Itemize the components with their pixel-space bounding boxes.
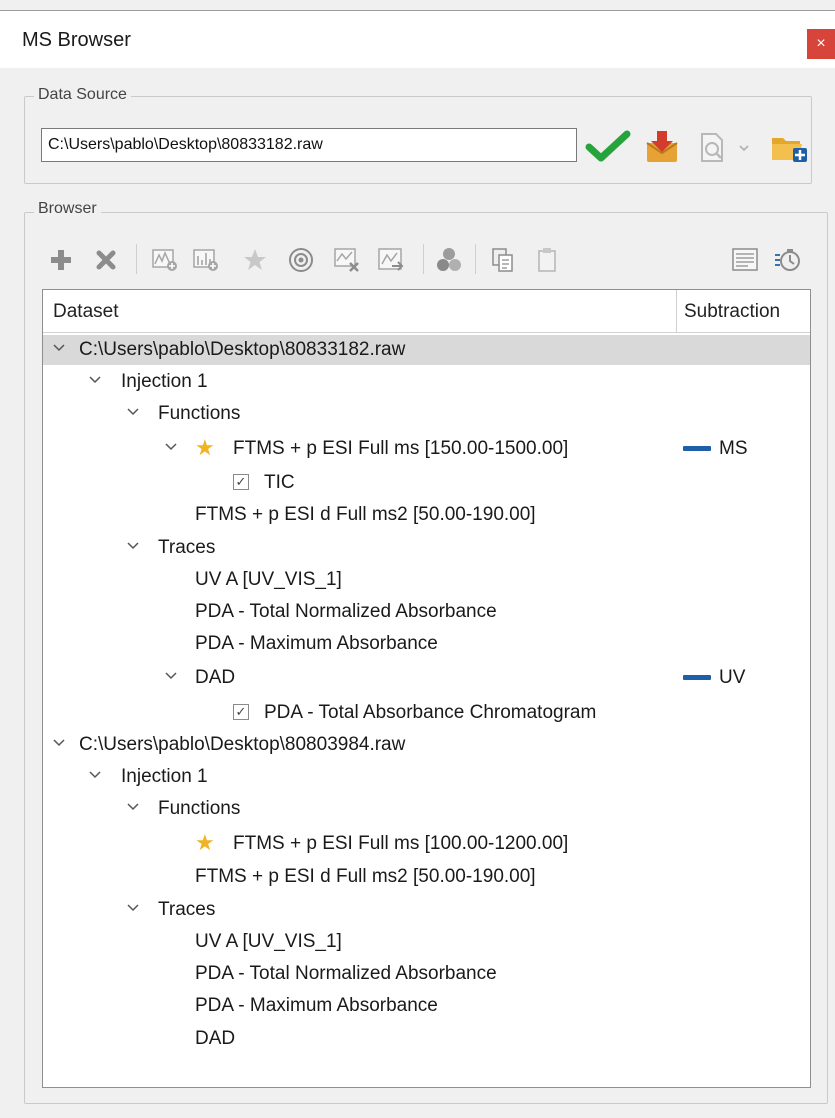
- data-source-path-input[interactable]: [41, 128, 577, 162]
- tree-header: Dataset Subtraction: [43, 290, 810, 333]
- time-icon[interactable]: [772, 246, 802, 274]
- star-icon: ★: [195, 435, 215, 460]
- column-separator: [676, 290, 677, 332]
- add-spectrum-icon[interactable]: [192, 247, 220, 273]
- tree-row-file[interactable]: C:\Users\pablo\Desktop\80833182.raw: [43, 335, 810, 365]
- document-search-icon[interactable]: [696, 131, 730, 165]
- tree-row-label: PDA - Total Normalized Absorbance: [195, 963, 497, 984]
- tree-row-label: Functions: [158, 798, 241, 819]
- chevron-down-icon[interactable]: [51, 340, 67, 356]
- tree-row-trace-group[interactable]: DAD: [43, 1024, 810, 1054]
- tree-row-label: TIC: [264, 472, 295, 493]
- tree-row-label: FTMS + p ESI d Full ms2 [50.00-190.00]: [195, 504, 536, 525]
- trace-checkbox[interactable]: ✓: [233, 474, 249, 490]
- tree-row-label: Traces: [158, 537, 216, 558]
- copy-icon[interactable]: [490, 246, 516, 274]
- chevron-down-icon[interactable]: [163, 668, 179, 684]
- chevron-down-icon[interactable]: [125, 404, 141, 420]
- data-source-legend: Data Source: [34, 86, 131, 104]
- chevron-down-icon[interactable]: [87, 372, 103, 388]
- tree-row-label: UV A [UV_VIS_1]: [195, 931, 342, 952]
- toolbar-separator: [136, 244, 137, 274]
- tree-row-label: PDA - Maximum Absorbance: [195, 633, 438, 654]
- tree-row-label: Injection 1: [121, 371, 208, 392]
- tree-row-label: C:\Users\pablo\Desktop\80833182.raw: [79, 339, 406, 360]
- remove-trace-icon[interactable]: [333, 246, 361, 274]
- tree-row-trace[interactable]: ✓ PDA - Total Absorbance Chromatogram: [43, 698, 810, 728]
- subtraction-marker: [683, 446, 711, 451]
- add-icon[interactable]: [48, 247, 74, 273]
- tree-row-trace-group[interactable]: DAD UV: [43, 663, 810, 693]
- tree-row-label: DAD: [195, 667, 236, 688]
- tree-row-function[interactable]: FTMS + p ESI d Full ms2 [50.00-190.00]: [43, 862, 810, 892]
- tree-row-function[interactable]: FTMS + p ESI d Full ms2 [50.00-190.00]: [43, 500, 810, 530]
- tree-row-functions[interactable]: Functions: [43, 399, 810, 429]
- tree-row-trace[interactable]: ✓ TIC: [43, 468, 810, 498]
- tree-row-label: DAD: [195, 1028, 236, 1049]
- download-icon[interactable]: [644, 129, 680, 165]
- chevron-down-icon[interactable]: [125, 900, 141, 916]
- browser-legend: Browser: [34, 200, 101, 218]
- chevron-down-icon[interactable]: [51, 735, 67, 751]
- chevron-down-icon[interactable]: [125, 799, 141, 815]
- export-trace-icon[interactable]: [377, 246, 405, 274]
- tree-row-label: FTMS + p ESI Full ms [150.00-1500.00]: [233, 438, 569, 459]
- trace-checkbox[interactable]: ✓: [233, 704, 249, 720]
- star-icon[interactable]: [242, 247, 268, 273]
- tree-row-label: PDA - Total Normalized Absorbance: [195, 601, 497, 622]
- add-folder-icon[interactable]: [770, 130, 808, 166]
- chevron-down-icon[interactable]: [163, 439, 179, 455]
- tree-row-trace[interactable]: UV A [UV_VIS_1]: [43, 565, 810, 595]
- tree-row-injection[interactable]: Injection 1: [43, 367, 810, 397]
- check-icon[interactable]: [585, 130, 631, 164]
- tree-row-file[interactable]: C:\Users\pablo\Desktop\80803984.raw: [43, 730, 810, 760]
- tree-row-trace[interactable]: PDA - Total Normalized Absorbance: [43, 959, 810, 989]
- tree-row-label: PDA - Total Absorbance Chromatogram: [264, 702, 597, 723]
- tree-row-trace[interactable]: PDA - Maximum Absorbance: [43, 629, 810, 659]
- window-title: MS Browser: [22, 29, 131, 51]
- tree-row-function[interactable]: ★ FTMS + p ESI Full ms [150.00-1500.00] …: [43, 434, 810, 464]
- tree-row-trace[interactable]: UV A [UV_VIS_1]: [43, 927, 810, 957]
- column-header-dataset[interactable]: Dataset: [53, 301, 118, 323]
- tree-row-label: FTMS + p ESI Full ms [100.00-1200.00]: [233, 833, 569, 854]
- tree-row-injection[interactable]: Injection 1: [43, 762, 810, 792]
- tree-row-trace[interactable]: PDA - Total Normalized Absorbance: [43, 597, 810, 627]
- add-chromatogram-icon[interactable]: [151, 247, 179, 273]
- tree-row-label: FTMS + p ESI d Full ms2 [50.00-190.00]: [195, 866, 536, 887]
- toolbar-separator: [475, 244, 476, 274]
- remove-icon[interactable]: [95, 249, 117, 271]
- tree-row-label: C:\Users\pablo\Desktop\80803984.raw: [79, 734, 406, 755]
- tree-row-functions[interactable]: Functions: [43, 794, 810, 824]
- dataset-tree[interactable]: Dataset Subtraction C:\Users\pablo\Deskt…: [42, 289, 811, 1088]
- settings-list-icon[interactable]: [730, 246, 760, 274]
- subtraction-marker: [683, 675, 711, 680]
- star-icon: ★: [195, 830, 215, 855]
- subtraction-label: MS: [719, 438, 748, 459]
- tree-row-label: UV A [UV_VIS_1]: [195, 569, 342, 590]
- tree-row-trace[interactable]: PDA - Maximum Absorbance: [43, 991, 810, 1021]
- paste-icon[interactable]: [536, 246, 560, 274]
- subtraction-label: UV: [719, 667, 746, 688]
- tree-row-traces[interactable]: Traces: [43, 895, 810, 925]
- dropdown-arrow-icon[interactable]: [738, 144, 750, 152]
- column-header-subtraction[interactable]: Subtraction: [684, 301, 780, 323]
- tree-row-label: Traces: [158, 899, 216, 920]
- color-icon[interactable]: [436, 246, 462, 274]
- tree-row-label: PDA - Maximum Absorbance: [195, 995, 438, 1016]
- toolbar-separator: [423, 244, 424, 274]
- chevron-down-icon[interactable]: [125, 538, 141, 554]
- target-icon[interactable]: [287, 246, 315, 274]
- tree-row-label: Injection 1: [121, 766, 208, 787]
- tree-row-function[interactable]: ★ FTMS + p ESI Full ms [100.00-1200.00]: [43, 829, 810, 859]
- tree-row-label: Functions: [158, 403, 241, 424]
- tree-row-traces[interactable]: Traces: [43, 533, 810, 563]
- chevron-down-icon[interactable]: [87, 767, 103, 783]
- close-button[interactable]: ×: [807, 29, 835, 59]
